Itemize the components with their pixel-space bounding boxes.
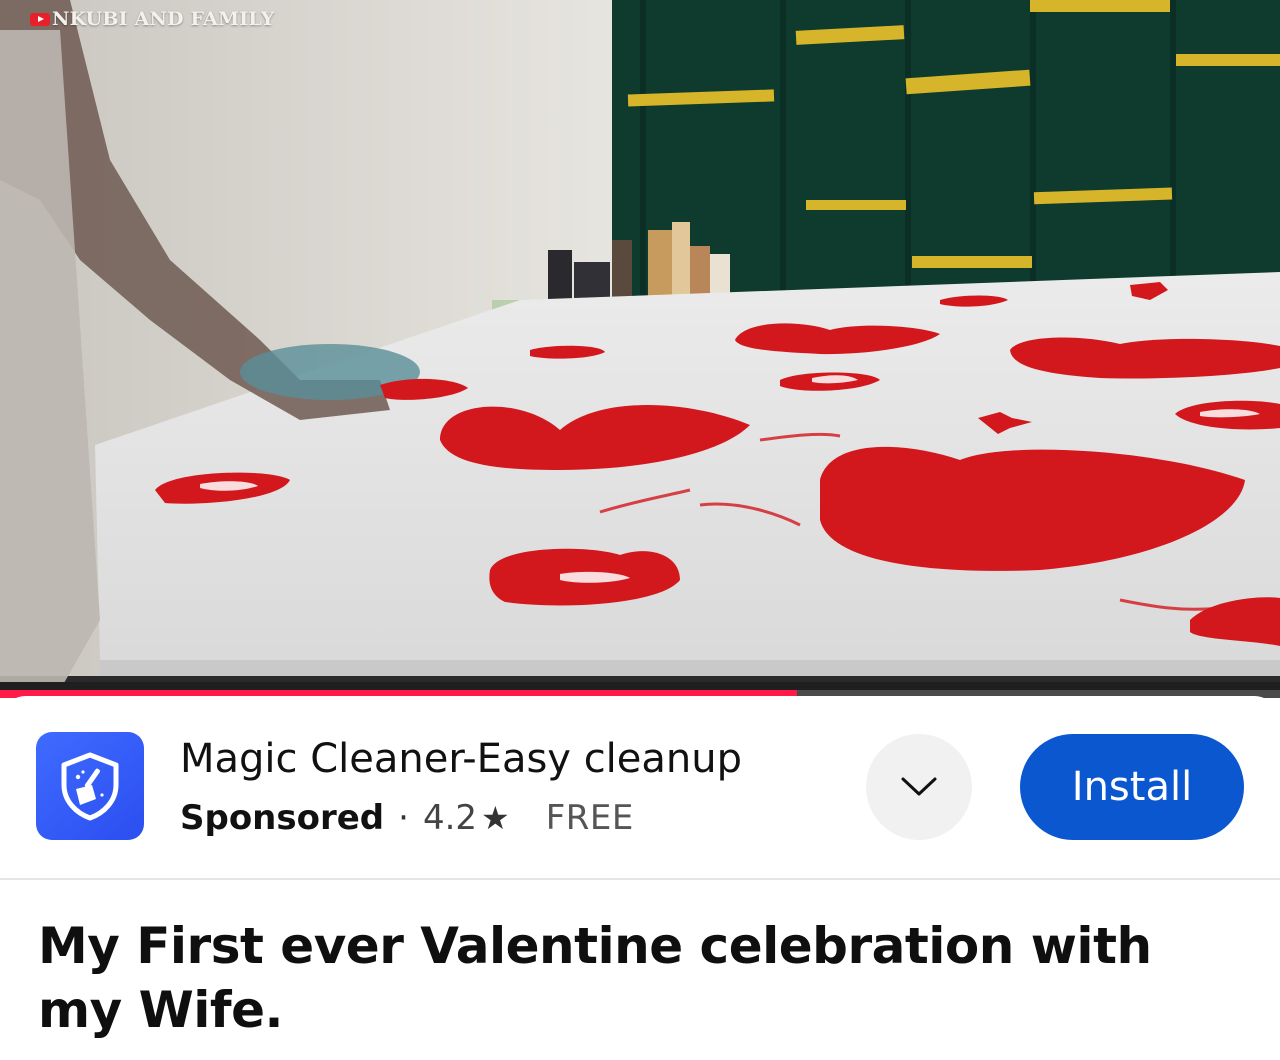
video-frame-image: [0, 0, 1280, 690]
install-button[interactable]: Install: [1020, 734, 1244, 840]
video-player[interactable]: NKUBI AND FAMILY: [0, 0, 1280, 690]
app-rating: 4.2: [422, 798, 478, 838]
meta-separator: ·: [398, 798, 409, 838]
video-bottom-edge: [0, 682, 1280, 690]
shield-broom-icon[interactable]: [36, 732, 144, 840]
ad-meta-row: Sponsored · 4.2 ★ FREE: [180, 798, 634, 838]
youtube-logo-icon: [30, 12, 50, 26]
channel-watermark: NKUBI AND FAMILY: [30, 8, 274, 30]
chevron-down-icon: [901, 777, 937, 796]
expand-ad-button[interactable]: [866, 734, 972, 840]
sponsored-label: Sponsored: [180, 798, 385, 838]
watermark-text: NKUBI AND FAMILY: [52, 8, 275, 30]
star-icon: ★: [481, 799, 510, 837]
sponsored-app-ad[interactable]: Magic Cleaner-Easy cleanup Sponsored · 4…: [0, 696, 1280, 880]
video-title[interactable]: My First ever Valentine celebration with…: [38, 914, 1238, 1042]
app-price: FREE: [545, 798, 634, 838]
ad-app-name[interactable]: Magic Cleaner-Easy cleanup: [180, 736, 742, 782]
